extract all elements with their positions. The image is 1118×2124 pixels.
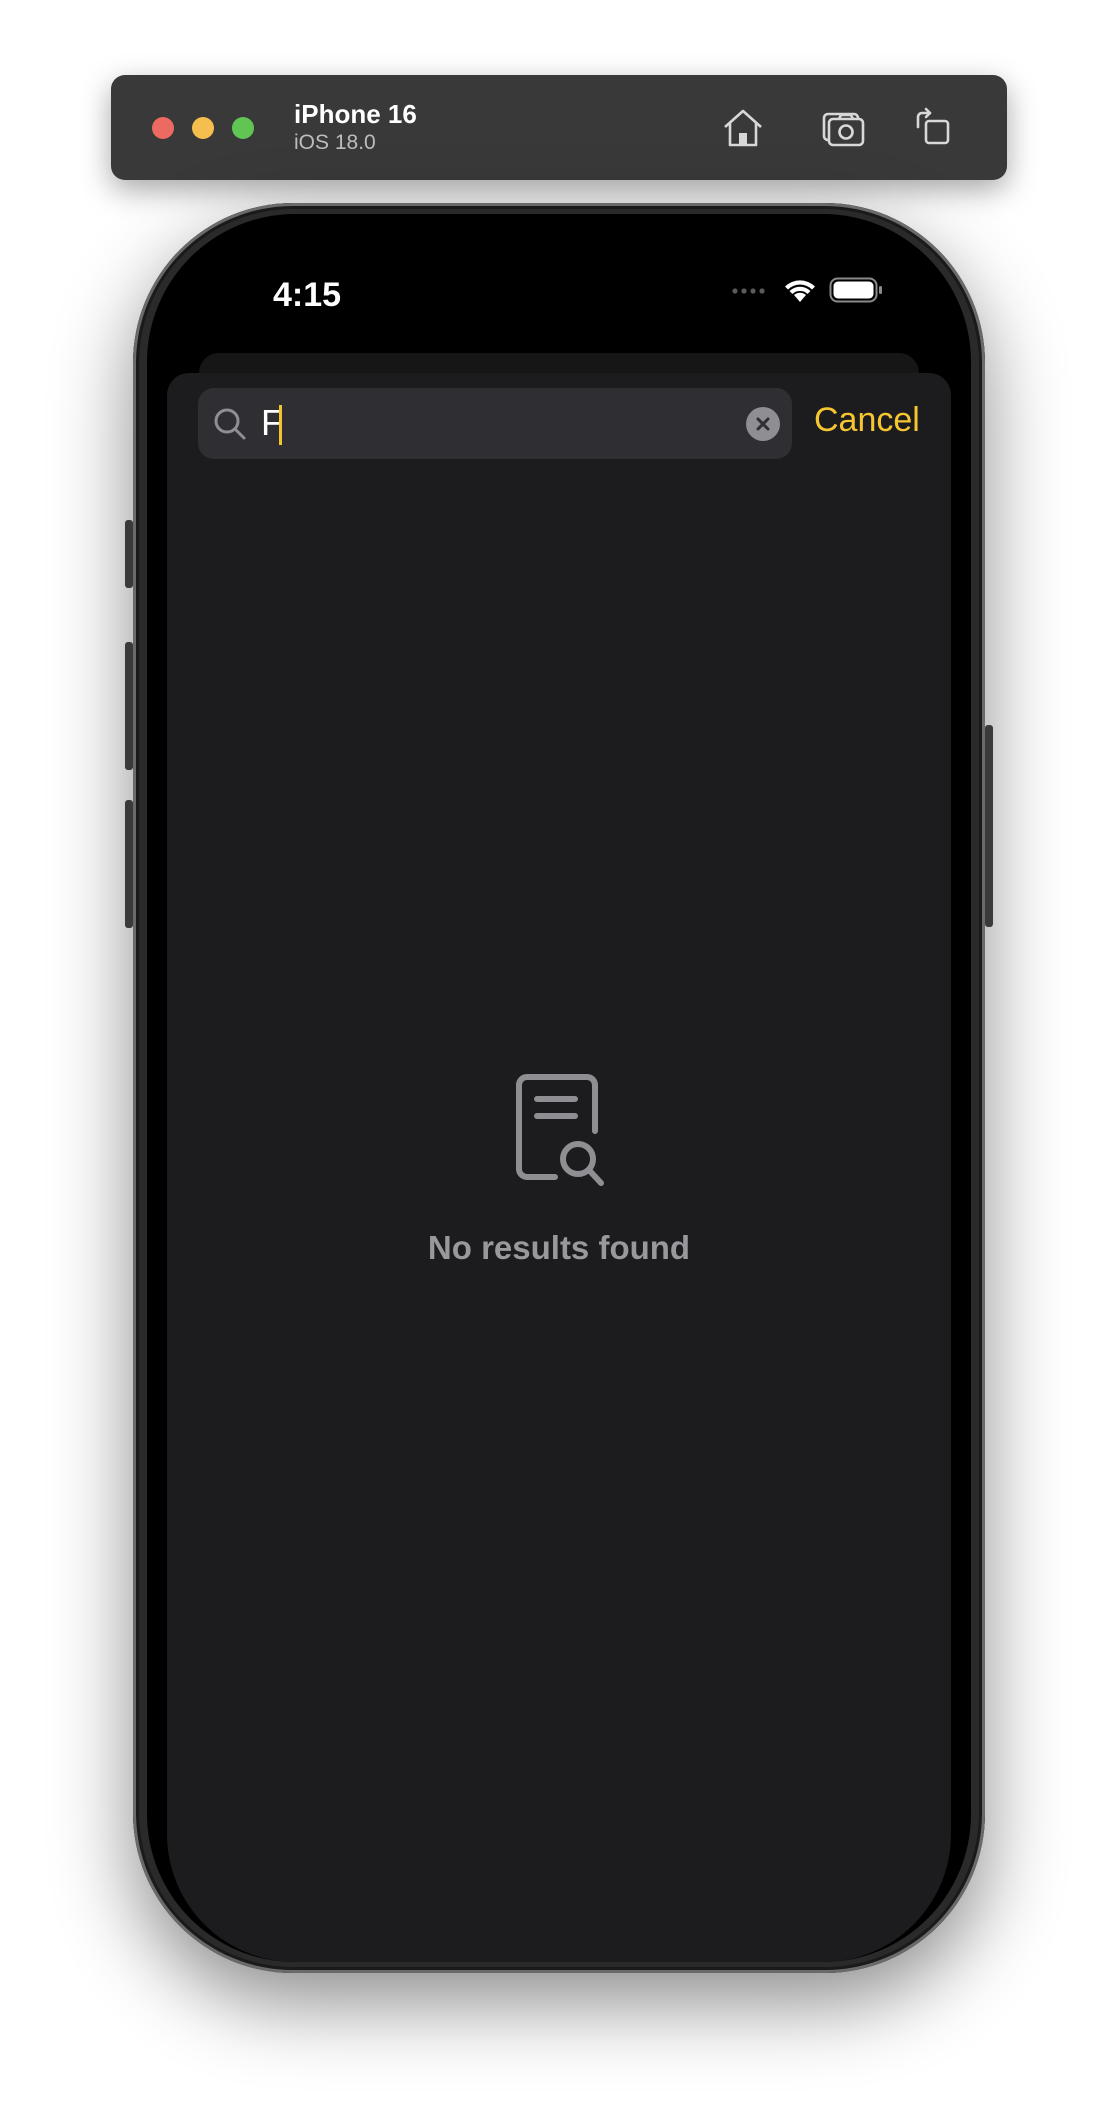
power-button — [985, 725, 993, 927]
action-button — [125, 520, 133, 588]
text-caret — [279, 405, 282, 446]
minimize-window-button[interactable] — [192, 117, 214, 139]
search-input[interactable]: F — [198, 388, 792, 459]
clear-search-button[interactable] — [746, 407, 780, 441]
zoom-window-button[interactable] — [232, 117, 254, 139]
close-window-button[interactable] — [152, 117, 174, 139]
empty-state-message: No results found — [427, 1229, 691, 1266]
status-time: 4:15 — [273, 276, 342, 314]
magnifying-glass-icon — [214, 408, 246, 440]
volume-up-button — [125, 642, 133, 770]
close-icon — [756, 417, 770, 431]
os-version: iOS 18.0 — [294, 131, 376, 154]
screenshot-icon[interactable] — [820, 105, 866, 151]
wifi-icon — [785, 280, 815, 302]
battery-icon — [829, 277, 882, 303]
phone-screen: 4:15 F Cancel No results found — [147, 214, 971, 1962]
simulator-toolbar: iPhone 16 iOS 18.0 — [111, 75, 1007, 180]
device-name: iPhone 16 — [294, 99, 417, 129]
search-input-value: F — [261, 402, 283, 446]
document-search-icon — [516, 1074, 604, 1186]
volume-down-button — [125, 800, 133, 928]
cancel-button[interactable]: Cancel — [814, 401, 920, 440]
search-sheet: F Cancel No results found — [167, 373, 951, 1962]
home-icon[interactable] — [720, 105, 766, 151]
cellular-signal-icon — [732, 288, 765, 294]
status-icons — [731, 276, 883, 304]
rotate-icon[interactable] — [910, 105, 956, 151]
